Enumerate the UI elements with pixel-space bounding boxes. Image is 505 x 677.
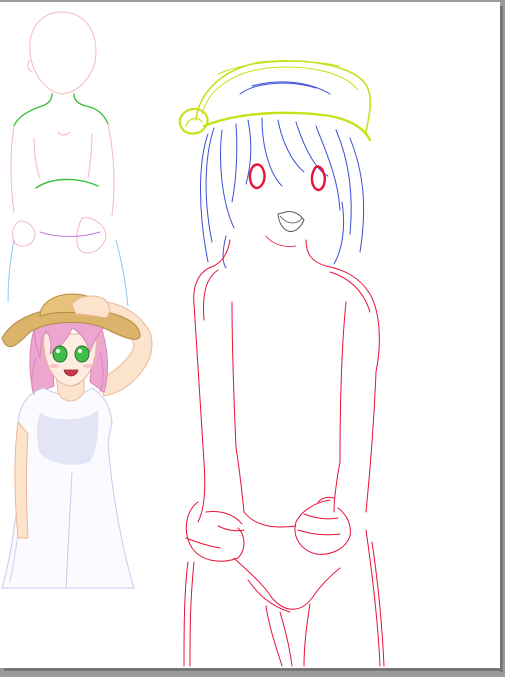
main-sketch-hat [178,60,372,142]
canvas-shadow-right [500,6,503,672]
main-sketch-body [183,239,385,667]
main-sketch-hair [200,81,365,269]
artwork [1,11,385,667]
app-workspace [0,0,505,677]
main-sketch-face [248,163,326,247]
pose-sketch-small [7,11,129,307]
canvas-shadow-bottom [4,668,503,671]
finished-character [1,293,153,589]
drawing-canvas[interactable] [0,2,500,668]
